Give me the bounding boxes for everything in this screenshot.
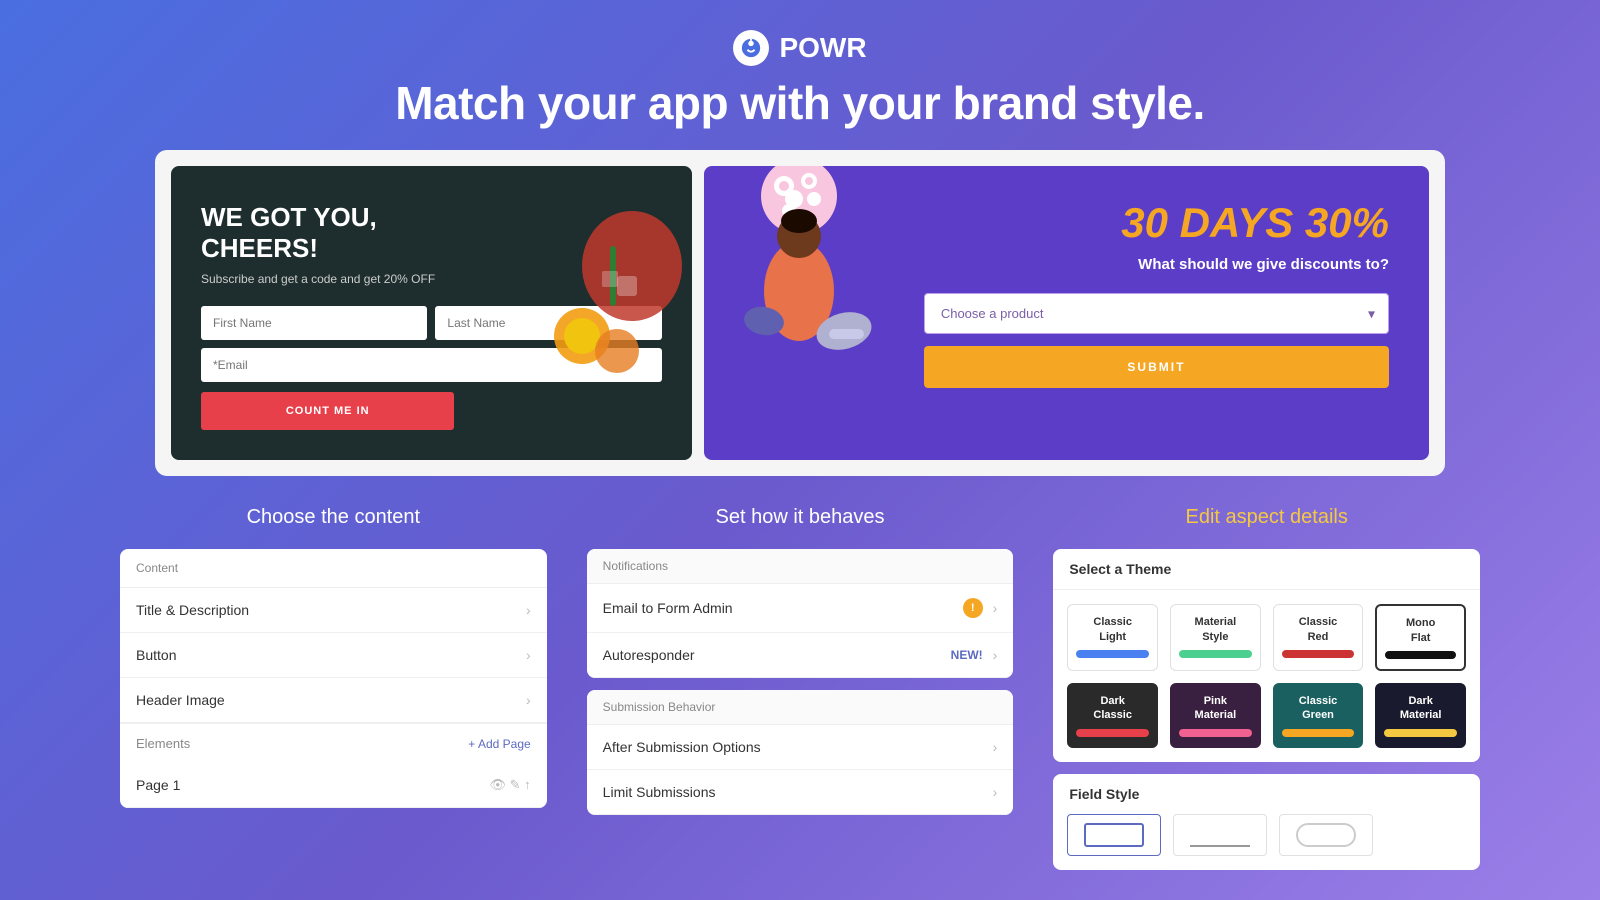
first-name-input[interactable] [201,306,427,340]
classic-green-swatch [1282,729,1355,737]
autoresponder-right: NEW! › [951,647,998,663]
after-submission-item[interactable]: After Submission Options › [587,725,1014,770]
purple-form-panel: 30 DAYS 30% What should we give discount… [704,166,1429,460]
theme-mono-flat[interactable]: MonoFlat [1375,604,1466,671]
theme-pink-material[interactable]: PinkMaterial [1170,683,1261,748]
submit-button[interactable]: SUBMIT [924,346,1389,388]
theme-classic-red-name: ClassicRed [1282,615,1355,644]
theme-classic-green[interactable]: ClassicGreen [1273,683,1364,748]
field-style-option-3[interactable] [1279,814,1373,856]
notifications-header: Notifications [587,549,1014,584]
theme-dark-material-name: DarkMaterial [1384,694,1457,723]
page-header: POWR Match your app with your brand styl… [0,0,1600,150]
email-form-admin-label: Email to Form Admin [603,600,733,616]
theme-mono-flat-name: MonoFlat [1385,616,1456,645]
content-item-title-label: Title & Description [136,602,249,618]
field-style-option-2[interactable] [1173,814,1267,856]
limit-submissions-item[interactable]: Limit Submissions › [587,770,1014,815]
theme-classic-light-name: ClassicLight [1076,615,1149,644]
product-select[interactable]: Choose a product [924,293,1389,334]
content-section-title: Choose the content [120,506,547,529]
page-1-item[interactable]: Page 1 👁 ✎ ↑ [120,763,547,808]
elements-label: Elements [136,736,190,751]
add-page-button[interactable]: + Add Page [468,737,530,751]
theme-classic-green-name: ClassicGreen [1282,694,1355,723]
autoresponder-label: Autoresponder [603,647,695,663]
content-item-button[interactable]: Button › [120,633,547,678]
theme-classic-red[interactable]: ClassicRed [1273,604,1364,671]
chevron-icon: › [526,647,531,663]
field-style-option-1[interactable] [1067,814,1161,856]
email-form-admin-item[interactable]: Email to Form Admin ! › [587,584,1014,633]
character-illustration [714,166,884,396]
theme-card: Select a Theme ClassicLight MaterialStyl… [1053,549,1480,761]
theme-dark-classic-name: DarkClassic [1076,694,1149,723]
new-badge: NEW! [951,648,983,662]
theme-dark-material[interactable]: DarkMaterial [1375,683,1466,748]
theme-dark-classic[interactable]: DarkClassic [1067,683,1158,748]
preview-area: WE GOT YOU, CHEERS! Subscribe and get a … [155,150,1445,476]
content-section: Choose the content Content Title & Descr… [100,506,567,869]
powr-logo: POWR [0,30,1600,66]
count-me-in-button[interactable]: COUNT ME IN [201,392,454,430]
headline: Match your app with your brand style. [0,76,1600,130]
field-style-header: Field Style [1053,774,1480,814]
field-style-card: Field Style [1053,774,1480,870]
dark-material-swatch [1384,729,1457,737]
page-controls: 👁 ✎ ↑ [490,777,531,793]
logo-text: POWR [779,32,866,64]
powr-icon [733,30,769,66]
discount-subtitle: What should we give discounts to? [924,256,1389,273]
content-card: Content Title & Description › Button › H… [120,549,547,808]
limit-submissions-label: Limit Submissions [603,784,716,800]
behavior-section-title: Set how it behaves [587,506,1014,529]
chevron-icon: › [993,739,998,755]
page-1-label: Page 1 [136,777,180,793]
dark-form-panel: WE GOT YOU, CHEERS! Subscribe and get a … [171,166,692,460]
chevron-icon: › [993,647,998,663]
submission-card: Submission Behavior After Submission Opt… [587,690,1014,815]
discount-title: 30 DAYS 30% [924,202,1389,244]
after-submission-label: After Submission Options [603,739,761,755]
email-item-right: ! › [963,598,998,618]
mono-flat-swatch [1385,651,1456,659]
behavior-section: Set how it behaves Notifications Email t… [567,506,1034,869]
bottom-sections: Choose the content Content Title & Descr… [0,476,1600,869]
theme-material-style[interactable]: MaterialStyle [1170,604,1261,671]
chevron-icon: › [993,784,998,800]
content-item-title[interactable]: Title & Description › [120,588,547,633]
theme-pink-material-name: PinkMaterial [1179,694,1252,723]
submission-header: Submission Behavior [587,690,1014,725]
chevron-icon: › [993,600,998,616]
appearance-section-title: Edit aspect details [1053,506,1480,529]
notifications-card: Notifications Email to Form Admin ! › Au… [587,549,1014,678]
right-panel-content: 30 DAYS 30% What should we give discount… [924,202,1389,388]
content-card-header: Content [120,549,547,588]
dark-classic-swatch [1076,729,1149,737]
field-style-options [1053,814,1480,870]
theme-material-style-name: MaterialStyle [1179,615,1252,644]
chevron-icon: › [526,692,531,708]
theme-card-header: Select a Theme [1053,549,1480,590]
theme-classic-light[interactable]: ClassicLight [1067,604,1158,671]
content-item-button-label: Button [136,647,176,663]
theme-grid: ClassicLight MaterialStyle ClassicRed Mo… [1053,590,1480,761]
appearance-section: Edit aspect details Select a Theme Class… [1033,506,1500,869]
chevron-icon: › [526,602,531,618]
autoresponder-item[interactable]: Autoresponder NEW! › [587,633,1014,678]
select-arrow-icon: ▾ [1368,305,1375,322]
classic-light-swatch [1076,650,1149,658]
classic-red-swatch [1282,650,1355,658]
warning-icon: ! [963,598,983,618]
dark-panel-title: WE GOT YOU, CHEERS! [201,202,421,264]
cocktail-illustration [502,176,692,401]
content-item-header-image-label: Header Image [136,692,225,708]
content-card-footer: Elements + Add Page [120,723,547,763]
pink-material-swatch [1179,729,1252,737]
material-style-swatch [1179,650,1252,658]
product-select-wrapper: Choose a product ▾ [924,293,1389,334]
content-item-header-image[interactable]: Header Image › [120,678,547,723]
